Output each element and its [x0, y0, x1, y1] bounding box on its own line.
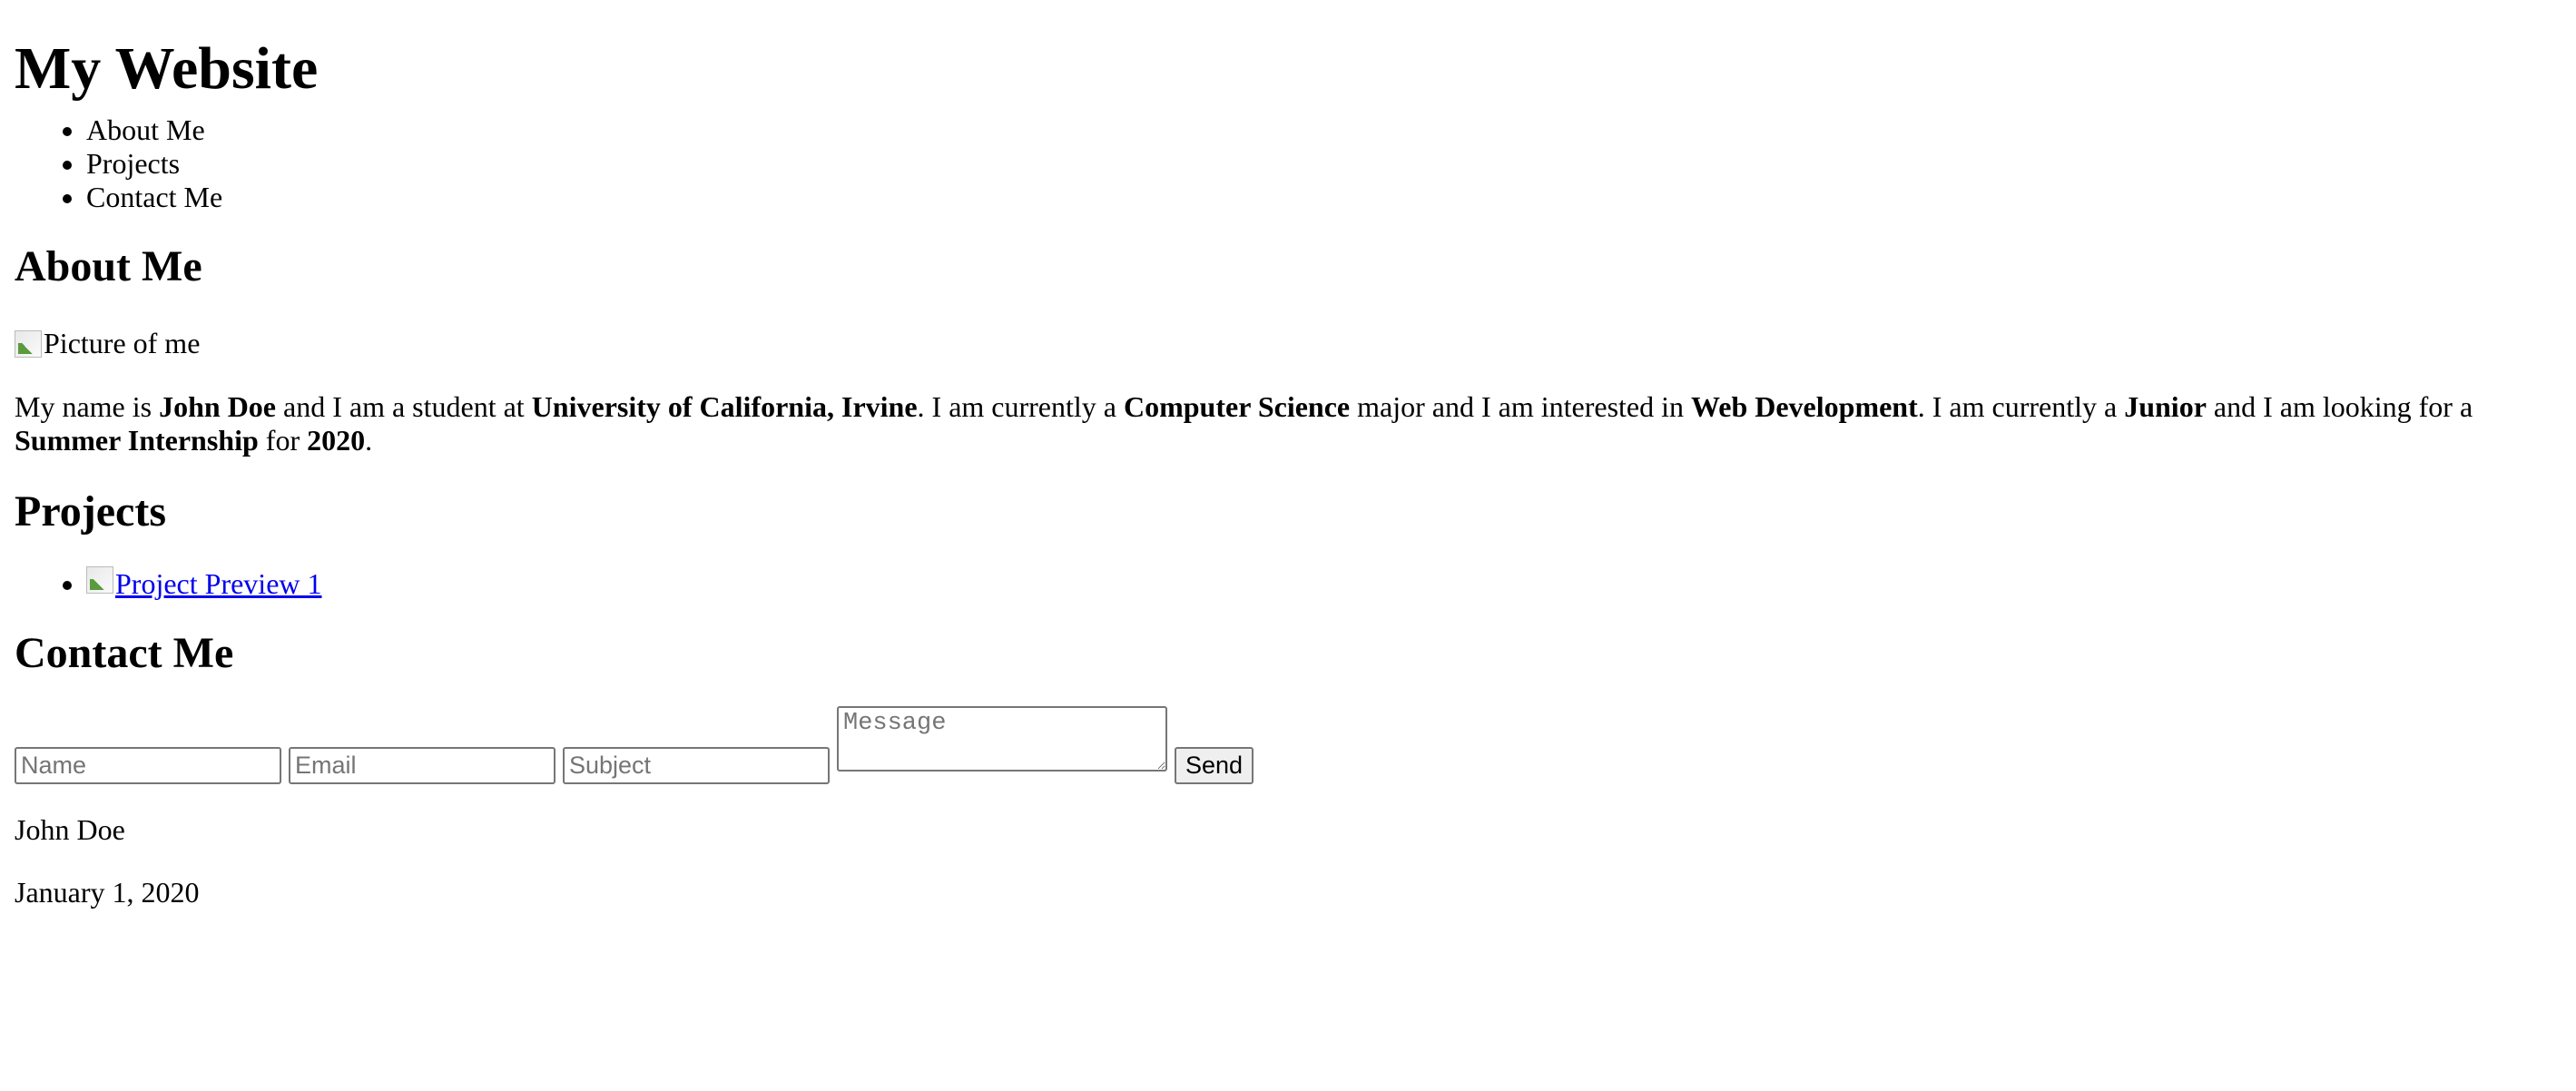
- about-text-segment: . I am currently a: [1917, 390, 2125, 423]
- nav-item-projects[interactable]: Projects: [86, 147, 2576, 181]
- site-title: My Website: [15, 35, 319, 102]
- site-header: My Website About Me Projects Contact Me: [15, 0, 2576, 214]
- name-input[interactable]: [15, 747, 281, 784]
- subject-input[interactable]: [563, 747, 830, 784]
- about-bold-name: John Doe: [159, 390, 276, 423]
- message-textarea[interactable]: [837, 706, 1167, 772]
- about-bold-goal: Summer Internship: [15, 424, 259, 457]
- site-footer: John Doe January 1, 2020: [15, 813, 2576, 909]
- about-bold-school: University of California, Irvine: [531, 390, 918, 423]
- about-text-segment: .: [365, 424, 373, 457]
- project-preview-alt: Project Preview 1: [115, 567, 322, 600]
- about-paragraph: My name is John Doe and I am a student a…: [15, 390, 2556, 457]
- about-bold-major: Computer Science: [1123, 390, 1351, 423]
- page: My Website About Me Projects Contact Me …: [0, 0, 2576, 909]
- profile-picture: Picture of me: [15, 327, 2576, 360]
- about-text-segment: and I am a student at: [276, 390, 532, 423]
- send-button[interactable]: Send: [1175, 747, 1254, 784]
- about-text-segment: My name is: [15, 390, 160, 423]
- about-text-segment: major and I am interested in: [1350, 390, 1691, 423]
- nav-list: About Me Projects Contact Me: [15, 113, 2576, 214]
- nav-item-contact[interactable]: Contact Me: [86, 181, 2576, 214]
- broken-image-icon: [86, 566, 113, 594]
- projects-section: Projects Project Preview 1: [15, 487, 2576, 601]
- project-item: Project Preview 1: [86, 566, 2576, 601]
- main-nav: About Me Projects Contact Me: [15, 113, 2576, 214]
- projects-title: Projects: [15, 487, 167, 536]
- footer-name: John Doe: [15, 813, 125, 846]
- nav-item-about[interactable]: About Me: [86, 113, 2576, 147]
- about-title: About Me: [15, 242, 202, 290]
- about-bold-target-year: 2020: [307, 424, 366, 457]
- projects-list: Project Preview 1: [15, 566, 2576, 601]
- broken-image-icon: [15, 329, 42, 358]
- email-input[interactable]: [289, 747, 556, 784]
- about-section: About Me Picture of me My name is John D…: [15, 241, 2576, 457]
- about-text-segment: for: [258, 424, 308, 457]
- profile-picture-alt: Picture of me: [44, 327, 201, 360]
- project-link[interactable]: Project Preview 1: [86, 566, 322, 600]
- about-bold-year: Junior: [2124, 390, 2207, 423]
- about-text-segment: . I am currently a: [917, 390, 1124, 423]
- contact-title: Contact Me: [15, 629, 234, 677]
- about-text-segment: and I am looking for a: [2206, 390, 2473, 423]
- contact-form: Send: [15, 706, 2576, 784]
- footer-date: January 1, 2020: [15, 876, 200, 909]
- about-bold-interest: Web Development: [1691, 390, 1918, 423]
- contact-section: Contact Me Send: [15, 628, 2576, 784]
